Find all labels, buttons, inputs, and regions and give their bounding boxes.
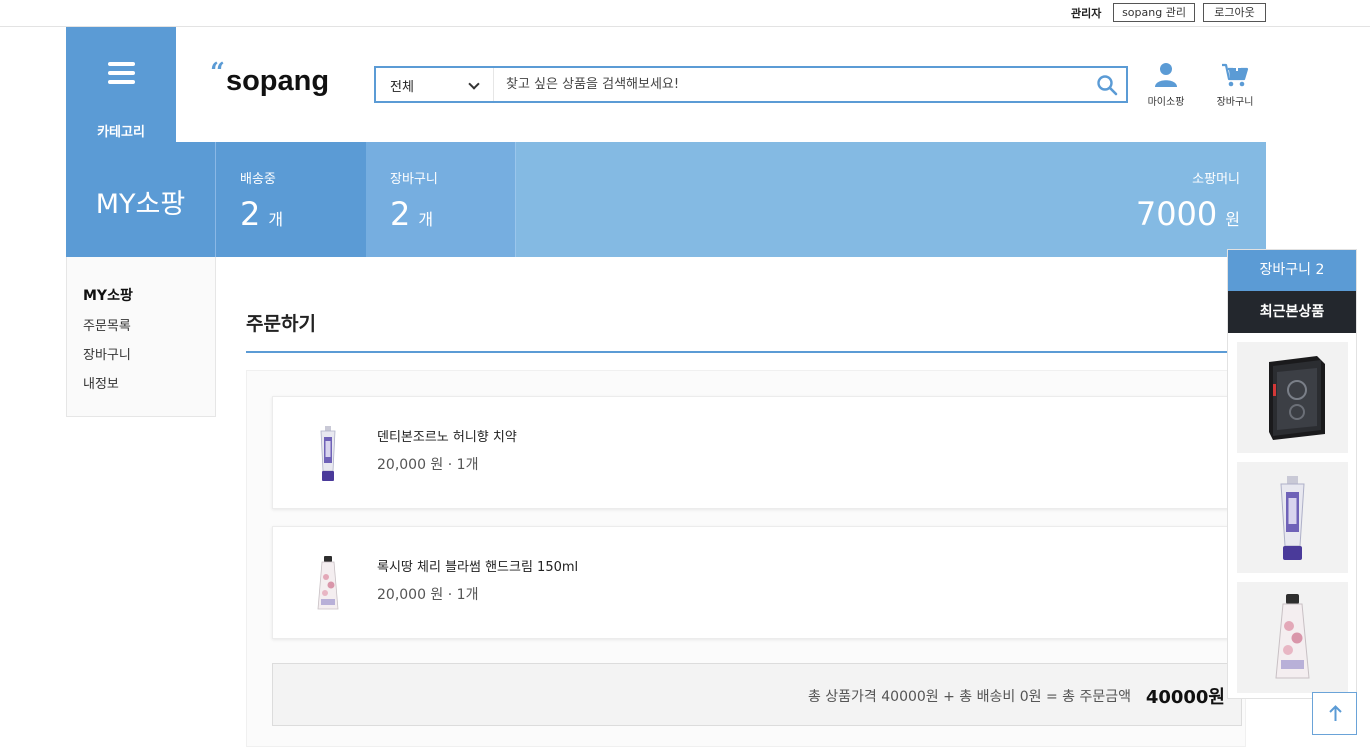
recent-item-toothpaste[interactable] — [1237, 462, 1348, 573]
search-icon[interactable] — [1096, 74, 1118, 96]
order-total: 총 상품가격 40000원 + 총 배송비 0원 = 총 주문금액 40000원 — [272, 663, 1242, 726]
cart-label: 장바구니 — [1216, 97, 1254, 108]
order-item[interactable]: 록시땅 체리 블라썸 핸드크림 150ml 20,000 원 · 1개 — [272, 526, 1242, 639]
total-amount: 40000원 — [1145, 687, 1225, 708]
shipping-value: 2 — [240, 195, 261, 233]
handcream-thumb — [317, 556, 339, 610]
money-unit: 원 — [1225, 210, 1240, 229]
shipping-summary[interactable]: 배송중 2개 — [216, 142, 366, 257]
money-amount: 7000 원 — [1136, 196, 1240, 238]
title-divider — [246, 351, 1246, 353]
my-sopang-banner: MY소팡 — [66, 142, 216, 257]
cart-summary-label: 장바구니 — [390, 172, 438, 187]
search-input[interactable] — [506, 73, 1086, 96]
cart-count: 2개 — [390, 196, 433, 238]
cart-link[interactable]: 장바구니 — [1207, 62, 1263, 108]
toothpaste-thumb — [1280, 476, 1305, 560]
logout-button[interactable]: 로그아웃 — [1203, 3, 1266, 22]
sidebar-item-orders[interactable]: 주문목록 — [83, 315, 131, 334]
total-formula: 총 상품가격 40000원 + 총 배송비 0원 = 총 주문금액 — [807, 689, 1131, 705]
search-category-value: 전체 — [390, 80, 414, 95]
menu-icon — [108, 62, 135, 84]
money-summary: 소팡머니 7000 원 — [516, 142, 1266, 257]
logo[interactable]: “ sopang — [210, 58, 330, 102]
recent-item-handcream[interactable] — [1237, 582, 1348, 693]
sidebar-heading: MY소팡 — [83, 288, 133, 304]
shipping-label: 배송중 — [240, 172, 276, 187]
pc-case-thumb — [1269, 356, 1325, 440]
order-item-name: 덴티본조르노 허니향 치약 — [377, 430, 517, 445]
recent-products-label: 최근본상품 — [1228, 291, 1356, 333]
category-label: 카테고리 — [97, 125, 145, 140]
cart-value: 2 — [390, 195, 411, 233]
money-label: 소팡머니 — [1192, 172, 1240, 187]
order-item[interactable]: 덴티본조르노 허니향 치약 20,000 원 · 1개 — [272, 396, 1242, 509]
admin-label: 관리자 — [1071, 7, 1102, 20]
order-item-price: 20,000 원 · 1개 — [377, 587, 479, 603]
chevron-down-icon — [468, 78, 480, 90]
my-sopang-link[interactable]: 마이소팡 — [1138, 62, 1194, 108]
admin-button[interactable]: sopang 관리 — [1113, 3, 1195, 22]
handcream-thumb — [1275, 594, 1310, 679]
cart-icon — [1222, 63, 1249, 87]
cart-unit: 개 — [418, 210, 434, 229]
sidebar: MY소팡 주문목록 장바구니 내정보 — [66, 257, 216, 417]
order-item-price: 20,000 원 · 1개 — [377, 457, 479, 473]
floating-cart-button[interactable]: 장바구니 2 — [1228, 250, 1356, 291]
search-bar: 전체 — [374, 66, 1128, 103]
order-item-name: 록시땅 체리 블라썸 핸드크림 150ml — [377, 560, 579, 575]
toothpaste-thumb — [320, 426, 336, 481]
top-utility-bar: 관리자 sopang 관리 로그아웃 — [0, 0, 1370, 27]
logo-quote-icon: “ — [210, 58, 225, 88]
category-button[interactable]: 카테고리 — [66, 27, 176, 142]
page-title: 주문하기 — [246, 313, 316, 335]
my-sopang-label: 마이소팡 — [1147, 97, 1185, 108]
cart-summary[interactable]: 장바구니 2개 — [366, 142, 516, 257]
arrow-up-icon — [1329, 705, 1342, 721]
order-list: 덴티본조르노 허니향 치약 20,000 원 · 1개 록시땅 체리 블라썸 핸… — [246, 370, 1246, 747]
money-value: 7000 — [1135, 195, 1218, 233]
scroll-to-top-button[interactable] — [1312, 692, 1357, 735]
shipping-count: 2개 — [240, 196, 283, 238]
sidebar-item-cart[interactable]: 장바구니 — [83, 344, 131, 363]
logo-text: sopang — [225, 65, 330, 97]
user-icon — [1155, 63, 1177, 87]
search-category-select[interactable]: 전체 — [376, 68, 494, 101]
floating-panel: 장바구니 2 최근본상품 — [1227, 249, 1357, 699]
recent-item-pc-case[interactable] — [1237, 342, 1348, 453]
sidebar-item-myinfo[interactable]: 내정보 — [83, 373, 119, 392]
banner-title: MY소팡 — [95, 189, 186, 220]
shipping-unit: 개 — [268, 210, 284, 229]
